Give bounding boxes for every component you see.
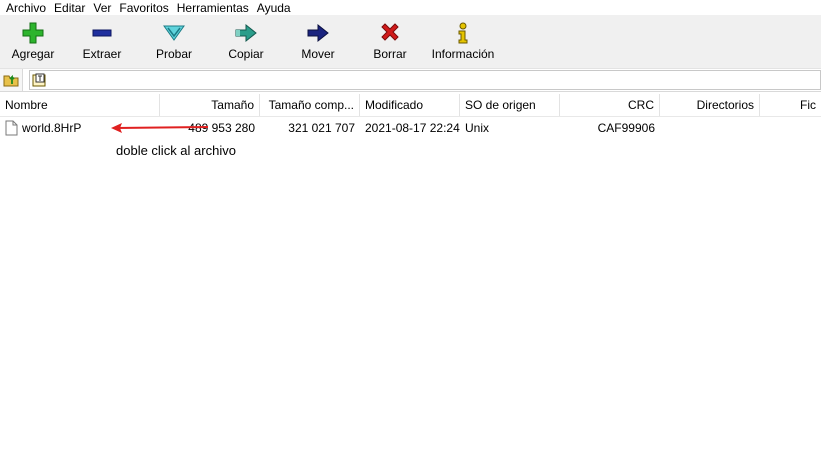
move-arrow-icon — [306, 21, 330, 45]
plus-icon — [21, 21, 45, 45]
file-modified: 2021-08-17 22:24 — [365, 121, 460, 135]
extract-label: Extraer — [82, 47, 122, 61]
copy-arrow-icon — [234, 21, 258, 45]
file-name: world.8HrP — [22, 121, 82, 135]
col-directorios[interactable]: Directorios — [660, 94, 760, 116]
file-crc: CAF99906 — [597, 121, 655, 135]
delete-label: Borrar — [373, 47, 407, 61]
col-nombre[interactable]: Nombre — [0, 94, 160, 116]
extract-button[interactable]: Extraer — [66, 15, 138, 68]
info-button[interactable]: Información — [426, 15, 500, 68]
move-label: Mover — [301, 47, 335, 61]
menu-ayuda[interactable]: Ayuda — [253, 1, 295, 15]
toolbar: Agregar Extraer Probar Copiar Mover Borr… — [0, 15, 821, 69]
col-modificado[interactable]: Modificado — [360, 94, 460, 116]
col-tamano-comp[interactable]: Tamaño comp... — [260, 94, 360, 116]
menu-ver[interactable]: Ver — [89, 1, 115, 15]
col-crc[interactable]: CRC — [560, 94, 660, 116]
delete-x-icon — [378, 21, 402, 45]
add-label: Agregar — [11, 47, 55, 61]
test-button[interactable]: Probar — [138, 15, 210, 68]
archive-root-icon — [32, 73, 46, 87]
address-input[interactable] — [46, 72, 820, 88]
minus-icon — [90, 21, 114, 45]
address-field[interactable] — [29, 70, 821, 90]
col-so-origen[interactable]: SO de origen — [460, 94, 560, 116]
add-button[interactable]: Agregar — [0, 15, 66, 68]
info-label: Información — [431, 47, 495, 61]
column-header: Nombre Tamaño Tamaño comp... Modificado … — [0, 94, 821, 117]
file-files — [760, 117, 821, 139]
file-packed-size: 321 021 707 — [288, 121, 355, 135]
menu-herramientas[interactable]: Herramientas — [173, 1, 253, 15]
file-dirs — [660, 117, 760, 139]
delete-button[interactable]: Borrar — [354, 15, 426, 68]
address-bar — [0, 69, 821, 92]
up-folder-button[interactable] — [0, 69, 23, 91]
copy-label: Copiar — [228, 47, 264, 61]
col-tamano[interactable]: Tamaño — [160, 94, 260, 116]
annotation-text: doble click al archivo — [116, 143, 236, 158]
file-os: Unix — [465, 121, 490, 135]
info-icon — [451, 21, 475, 45]
menu-bar: Archivo Editar Ver Favoritos Herramienta… — [0, 0, 821, 15]
col-ficheros[interactable]: Fic — [760, 94, 821, 116]
copy-button[interactable]: Copiar — [210, 15, 282, 68]
file-icon — [5, 120, 18, 136]
red-arrow-annotation — [111, 123, 209, 133]
menu-editar[interactable]: Editar — [50, 1, 89, 15]
test-label: Probar — [155, 47, 193, 61]
menu-favoritos[interactable]: Favoritos — [115, 1, 172, 15]
check-icon — [162, 21, 186, 45]
menu-archivo[interactable]: Archivo — [2, 1, 50, 15]
folder-up-icon — [3, 71, 19, 90]
move-button[interactable]: Mover — [282, 15, 354, 68]
